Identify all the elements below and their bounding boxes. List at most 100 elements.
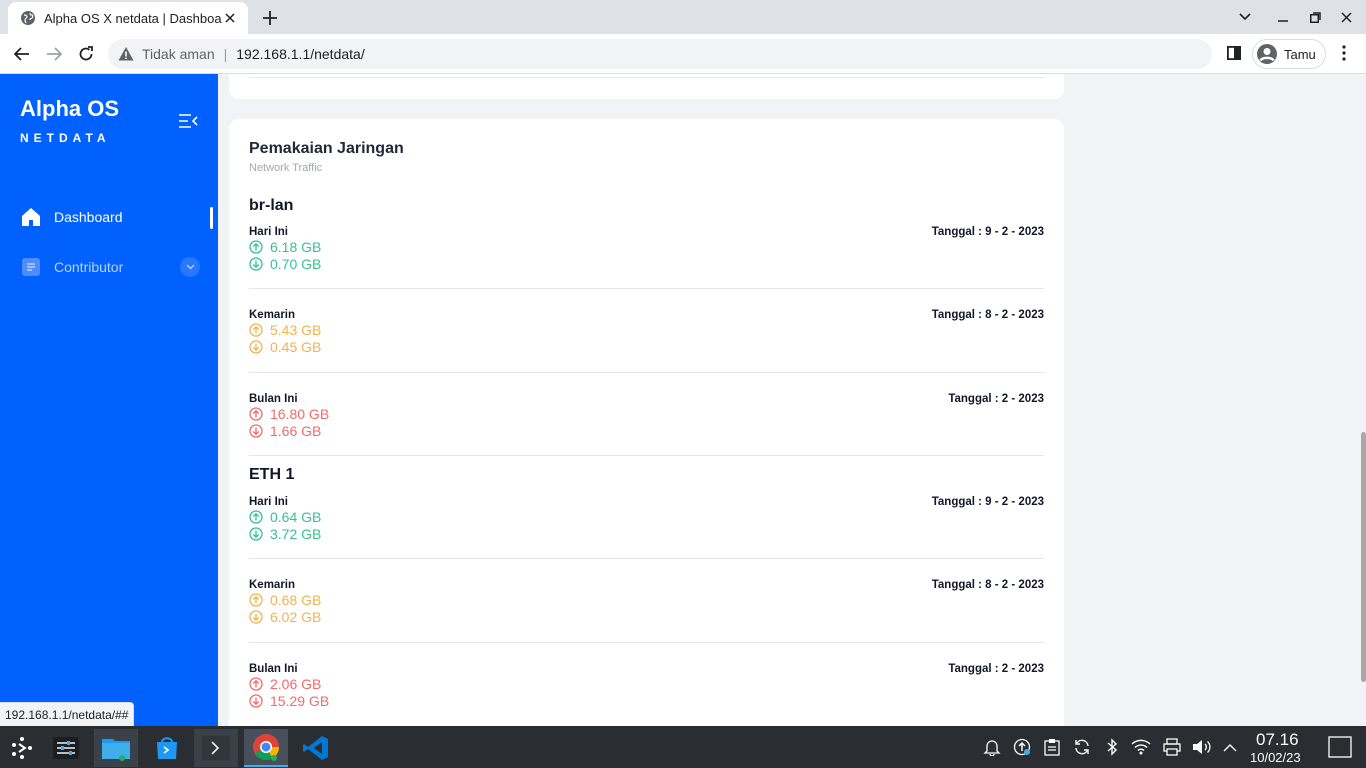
- close-tab-icon[interactable]: [222, 10, 238, 26]
- period-label: Hari Ini: [249, 496, 288, 508]
- settings-sliders-icon[interactable]: [44, 729, 88, 767]
- upload-row: 5.43 GB: [249, 321, 321, 338]
- warning-icon[interactable]: [118, 46, 134, 62]
- sidebar: Alpha OS NETDATA Dashboard Contributor: [0, 74, 218, 726]
- show-desktop-icon[interactable]: [1326, 734, 1354, 760]
- collapse-menu-icon[interactable]: [178, 114, 200, 130]
- card-title: Pemakaian Jaringan: [249, 140, 404, 157]
- scrollbar-thumb[interactable]: [1361, 432, 1366, 682]
- network-traffic-card: Pemakaian Jaringan Network Traffic br-la…: [229, 119, 1064, 726]
- main-content: Pemakaian Jaringan Network Traffic br-la…: [218, 74, 1360, 726]
- app-launcher-icon[interactable]: [0, 729, 44, 767]
- divider: [249, 372, 1044, 373]
- sidebar-item-label: Contributor: [54, 259, 124, 275]
- divider: [249, 642, 1044, 643]
- arrow-up-circle-icon: [249, 239, 263, 254]
- period-label: Kemarin: [249, 309, 296, 321]
- upload-value: 5.43 GB: [270, 321, 322, 338]
- clock-date[interactable]: 10/02/23: [1250, 750, 1301, 765]
- vscode-icon[interactable]: [294, 729, 338, 767]
- arrow-down-circle-icon: [249, 693, 263, 708]
- wifi-icon[interactable]: [1131, 737, 1151, 757]
- interface-name: ETH 1: [249, 466, 295, 483]
- globe-icon: [21, 11, 35, 25]
- arrow-up-circle-icon: [249, 322, 263, 337]
- download-value: 0.45 GB: [270, 338, 322, 355]
- download-value: 1.66 GB: [270, 422, 322, 439]
- terminal-icon[interactable]: [194, 729, 238, 767]
- period-label: Kemarin: [249, 579, 296, 591]
- browser-tab[interactable]: Alpha OS X netdata | Dashboard: [8, 2, 248, 34]
- restore-window-icon[interactable]: [1305, 7, 1325, 27]
- more-menu-icon[interactable]: [1334, 43, 1354, 63]
- download-value: 0.70 GB: [270, 255, 322, 272]
- sync-icon[interactable]: [1072, 737, 1092, 757]
- arrow-up-circle-icon: [249, 592, 263, 607]
- period-date: Tanggal : 2 - 2023: [948, 393, 1044, 405]
- card-subtitle: Network Traffic: [249, 162, 323, 174]
- notification-bell-icon[interactable]: [982, 737, 1002, 757]
- upload-row: 0.64 GB: [249, 508, 321, 525]
- upload-value: 0.68 GB: [270, 591, 322, 608]
- download-row: 1.66 GB: [249, 422, 321, 439]
- security-status-label[interactable]: Tidak aman: [142, 46, 215, 62]
- side-panel-icon[interactable]: [1224, 43, 1244, 63]
- tab-search-chevron-icon[interactable]: [1235, 7, 1255, 27]
- new-tab-button[interactable]: [258, 7, 282, 29]
- upload-value: 16.80 GB: [270, 405, 330, 422]
- download-value: 15.29 GB: [270, 692, 330, 709]
- upload-value: 0.64 GB: [270, 508, 322, 525]
- arrow-down-circle-icon: [249, 256, 263, 271]
- forward-arrow-icon[interactable]: [42, 42, 66, 66]
- url-text[interactable]: 192.168.1.1/netdata/: [236, 46, 364, 62]
- arrow-down-circle-icon: [249, 423, 263, 438]
- sidebar-item-contributor[interactable]: Contributor: [20, 254, 200, 280]
- upload-value: 2.06 GB: [270, 675, 322, 692]
- download-row: 0.45 GB: [249, 338, 321, 355]
- brand-title: Alpha OS: [20, 96, 120, 121]
- upload-row: 16.80 GB: [249, 405, 329, 422]
- arrow-up-circle-icon: [249, 676, 263, 691]
- chevron-down-icon[interactable]: [180, 257, 200, 277]
- clipboard-icon[interactable]: [1042, 737, 1062, 757]
- arrow-up-circle-icon: [249, 509, 263, 524]
- reload-icon[interactable]: [74, 42, 98, 66]
- avatar-icon: [1257, 44, 1277, 64]
- divider: [249, 77, 1044, 78]
- profile-name: Tamu: [1284, 46, 1316, 62]
- profile-button[interactable]: Tamu: [1252, 39, 1326, 69]
- brand-subtitle: NETDATA: [20, 131, 111, 145]
- upload-row: 6.18 GB: [249, 238, 321, 255]
- sidebar-item-label: Dashboard: [54, 209, 123, 225]
- chrome-icon[interactable]: [244, 729, 288, 767]
- download-value: 3.72 GB: [270, 525, 322, 542]
- minimize-window-icon[interactable]: [1273, 7, 1293, 27]
- file-manager-icon[interactable]: [94, 729, 138, 767]
- volume-icon[interactable]: [1192, 737, 1212, 757]
- tab-title: Alpha OS X netdata | Dashboard: [44, 10, 222, 26]
- close-window-icon[interactable]: [1336, 7, 1356, 27]
- address-separator: |: [223, 46, 228, 62]
- chevron-up-icon[interactable]: [1220, 737, 1240, 757]
- update-icon[interactable]: [1012, 737, 1032, 757]
- clock-time[interactable]: 07.16: [1256, 730, 1299, 750]
- period-date: Tanggal : 8 - 2 - 2023: [931, 579, 1044, 591]
- upload-row: 2.06 GB: [249, 675, 321, 692]
- address-bar[interactable]: Tidak aman | 192.168.1.1/netdata/: [108, 39, 1212, 69]
- back-arrow-icon[interactable]: [10, 42, 34, 66]
- document-icon: [20, 256, 42, 278]
- arrow-down-circle-icon: [249, 526, 263, 541]
- sidebar-item-dashboard[interactable]: Dashboard: [20, 204, 200, 230]
- bluetooth-icon[interactable]: [1102, 737, 1122, 757]
- arrow-up-circle-icon: [249, 406, 263, 421]
- download-row: 6.02 GB: [249, 608, 321, 625]
- software-store-icon[interactable]: [145, 729, 189, 767]
- previous-card: [229, 74, 1064, 99]
- printer-icon[interactable]: [1162, 737, 1182, 757]
- period-label: Bulan Ini: [249, 393, 298, 405]
- download-row: 15.29 GB: [249, 692, 329, 709]
- download-value: 6.02 GB: [270, 608, 322, 625]
- browser-toolbar: Tidak aman | 192.168.1.1/netdata/ Tamu: [0, 34, 1366, 74]
- link-status-bubble: 192.168.1.1/netdata/##: [0, 702, 135, 726]
- arrow-down-circle-icon: [249, 609, 263, 624]
